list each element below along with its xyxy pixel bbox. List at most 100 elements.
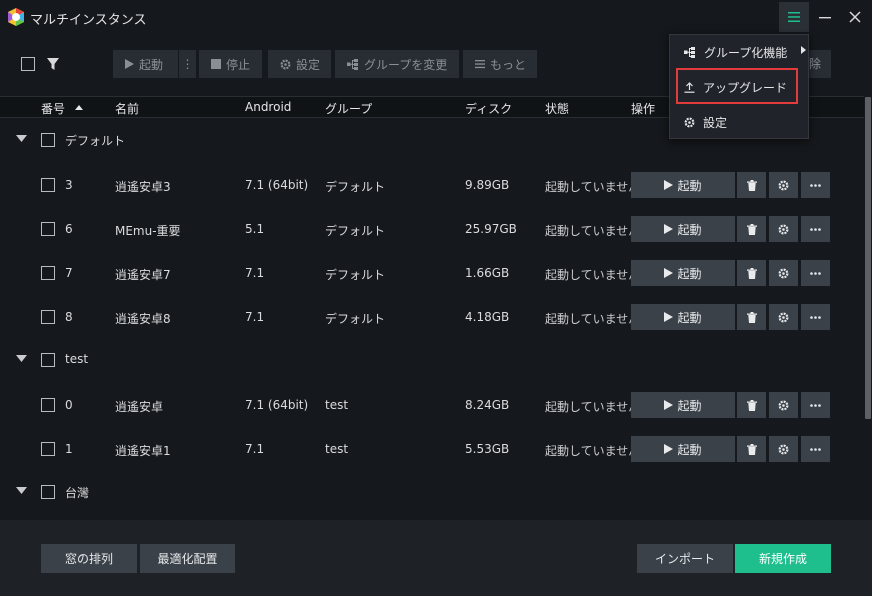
optimize-layout-button[interactable]: 最適化配置	[140, 544, 235, 573]
gear-icon	[280, 59, 291, 69]
group-row-taiwan: 台灣	[0, 471, 864, 515]
row-checkbox[interactable]	[41, 266, 55, 280]
toolbar-stop-button[interactable]: 停止	[199, 50, 262, 78]
row-checkbox[interactable]	[41, 398, 55, 412]
row-more-button[interactable]	[801, 392, 830, 418]
row-checkbox[interactable]	[41, 310, 55, 324]
toolbar-start-more[interactable]: ⋮	[178, 50, 196, 78]
col-name[interactable]: 名前	[115, 100, 139, 117]
group-checkbox[interactable]	[41, 133, 55, 147]
row-delete-button[interactable]	[737, 172, 766, 198]
toolbar-start-button[interactable]: 起動	[113, 50, 178, 78]
group-row-test: test	[0, 339, 864, 383]
row-android: 7.1	[245, 442, 265, 456]
sort-ascending-icon	[75, 105, 83, 110]
toolbar-settings-button[interactable]: 設定	[268, 50, 331, 78]
row-delete-button[interactable]	[737, 260, 766, 286]
row-delete-button[interactable]	[737, 436, 766, 462]
row-more-button[interactable]	[801, 304, 830, 330]
row-checkbox[interactable]	[41, 222, 55, 236]
row-start-button[interactable]: 起動	[631, 216, 735, 242]
row-group: デフォルト	[325, 180, 386, 194]
list-icon	[475, 60, 485, 69]
row-group: test	[325, 442, 349, 456]
scrollbar-thumb[interactable]	[865, 97, 871, 419]
row-disk: 1.66GB	[465, 266, 510, 280]
row-settings-button[interactable]	[769, 304, 798, 330]
import-button[interactable]: インポート	[637, 544, 733, 573]
row-start-button[interactable]: 起動	[631, 172, 735, 198]
col-status[interactable]: 状態	[545, 100, 569, 117]
row-android: 7.1 (64bit)	[245, 398, 309, 412]
row-group: デフォルト	[325, 224, 386, 238]
gear-icon	[778, 180, 789, 190]
col-group[interactable]: グループ	[325, 100, 372, 117]
play-icon	[664, 268, 674, 278]
row-number: 1	[65, 442, 73, 456]
row-name: 逍遙安卓	[115, 400, 164, 414]
table-row: 3 逍遙安卓3 7.1 (64bit) デフォルト 9.89GB 起動していませ…	[0, 163, 864, 207]
menu-button[interactable]	[779, 2, 809, 32]
table-row: 7 逍遙安卓7 7.1 デフォルト 1.66GB 起動していません 起動	[0, 251, 864, 295]
row-more-button[interactable]	[801, 216, 830, 242]
group-tree-icon	[684, 46, 695, 58]
window-title: マルチインスタンス	[30, 13, 147, 28]
row-more-button[interactable]	[801, 172, 830, 198]
group-checkbox[interactable]	[41, 485, 55, 499]
caret-down-icon[interactable]	[16, 355, 27, 362]
play-icon	[664, 400, 674, 410]
select-all-checkbox[interactable]	[21, 57, 35, 71]
close-button[interactable]	[840, 2, 870, 32]
col-disk[interactable]: ディスク	[465, 100, 512, 117]
table-row: 6 MEmu-重要 5.1 デフォルト 25.97GB 起動していません 起動	[0, 207, 864, 251]
row-number: 3	[65, 178, 73, 192]
row-number: 0	[65, 398, 73, 412]
row-android: 7.1 (64bit)	[245, 178, 309, 192]
menu-item-group-features[interactable]: グループ化機能	[670, 38, 808, 66]
play-icon	[664, 180, 674, 190]
play-icon	[664, 224, 674, 234]
toolbar-change-group-button[interactable]: グループを変更	[335, 50, 459, 78]
caret-down-icon[interactable]	[16, 487, 27, 494]
trash-icon	[746, 443, 757, 455]
col-number[interactable]: 番号	[41, 100, 65, 117]
gear-icon	[778, 268, 789, 278]
toolbar-more-button[interactable]: もっと	[463, 50, 537, 78]
row-checkbox[interactable]	[41, 178, 55, 192]
row-settings-button[interactable]	[769, 392, 798, 418]
row-disk: 9.89GB	[465, 178, 510, 192]
row-status: 起動していません	[545, 180, 631, 194]
menu-item-settings[interactable]: 設定	[670, 108, 808, 136]
new-instance-button[interactable]: 新規作成	[735, 544, 831, 573]
row-start-button[interactable]: 起動	[631, 392, 735, 418]
row-delete-button[interactable]	[737, 216, 766, 242]
group-name: 台灣	[65, 486, 90, 500]
group-name: test	[65, 352, 89, 366]
row-delete-button[interactable]	[737, 392, 766, 418]
row-start-button[interactable]: 起動	[631, 260, 735, 286]
row-checkbox[interactable]	[41, 442, 55, 456]
row-settings-button[interactable]	[769, 216, 798, 242]
row-start-button[interactable]: 起動	[631, 304, 735, 330]
upgrade-highlight-box	[676, 68, 798, 104]
row-disk: 25.97GB	[465, 222, 517, 236]
col-actions: 操作	[631, 102, 656, 116]
row-more-button[interactable]	[801, 260, 830, 286]
caret-down-icon[interactable]	[16, 135, 27, 142]
more-horizontal-icon	[810, 447, 821, 451]
row-delete-button[interactable]	[737, 304, 766, 330]
table-row: 8 逍遙安卓8 7.1 デフォルト 4.18GB 起動していません 起動	[0, 295, 864, 339]
stop-icon	[211, 59, 221, 69]
toolbar-delete-button[interactable]: 除	[809, 50, 831, 78]
row-settings-button[interactable]	[769, 172, 798, 198]
row-start-button[interactable]: 起動	[631, 436, 735, 462]
row-status: 起動していません	[545, 224, 631, 238]
col-android[interactable]: Android	[245, 100, 291, 114]
arrange-windows-button[interactable]: 窓の排列	[41, 544, 137, 573]
filter-icon[interactable]	[46, 57, 60, 71]
row-more-button[interactable]	[801, 436, 830, 462]
row-settings-button[interactable]	[769, 260, 798, 286]
group-checkbox[interactable]	[41, 353, 55, 367]
minimize-button[interactable]	[810, 2, 840, 32]
row-settings-button[interactable]	[769, 436, 798, 462]
